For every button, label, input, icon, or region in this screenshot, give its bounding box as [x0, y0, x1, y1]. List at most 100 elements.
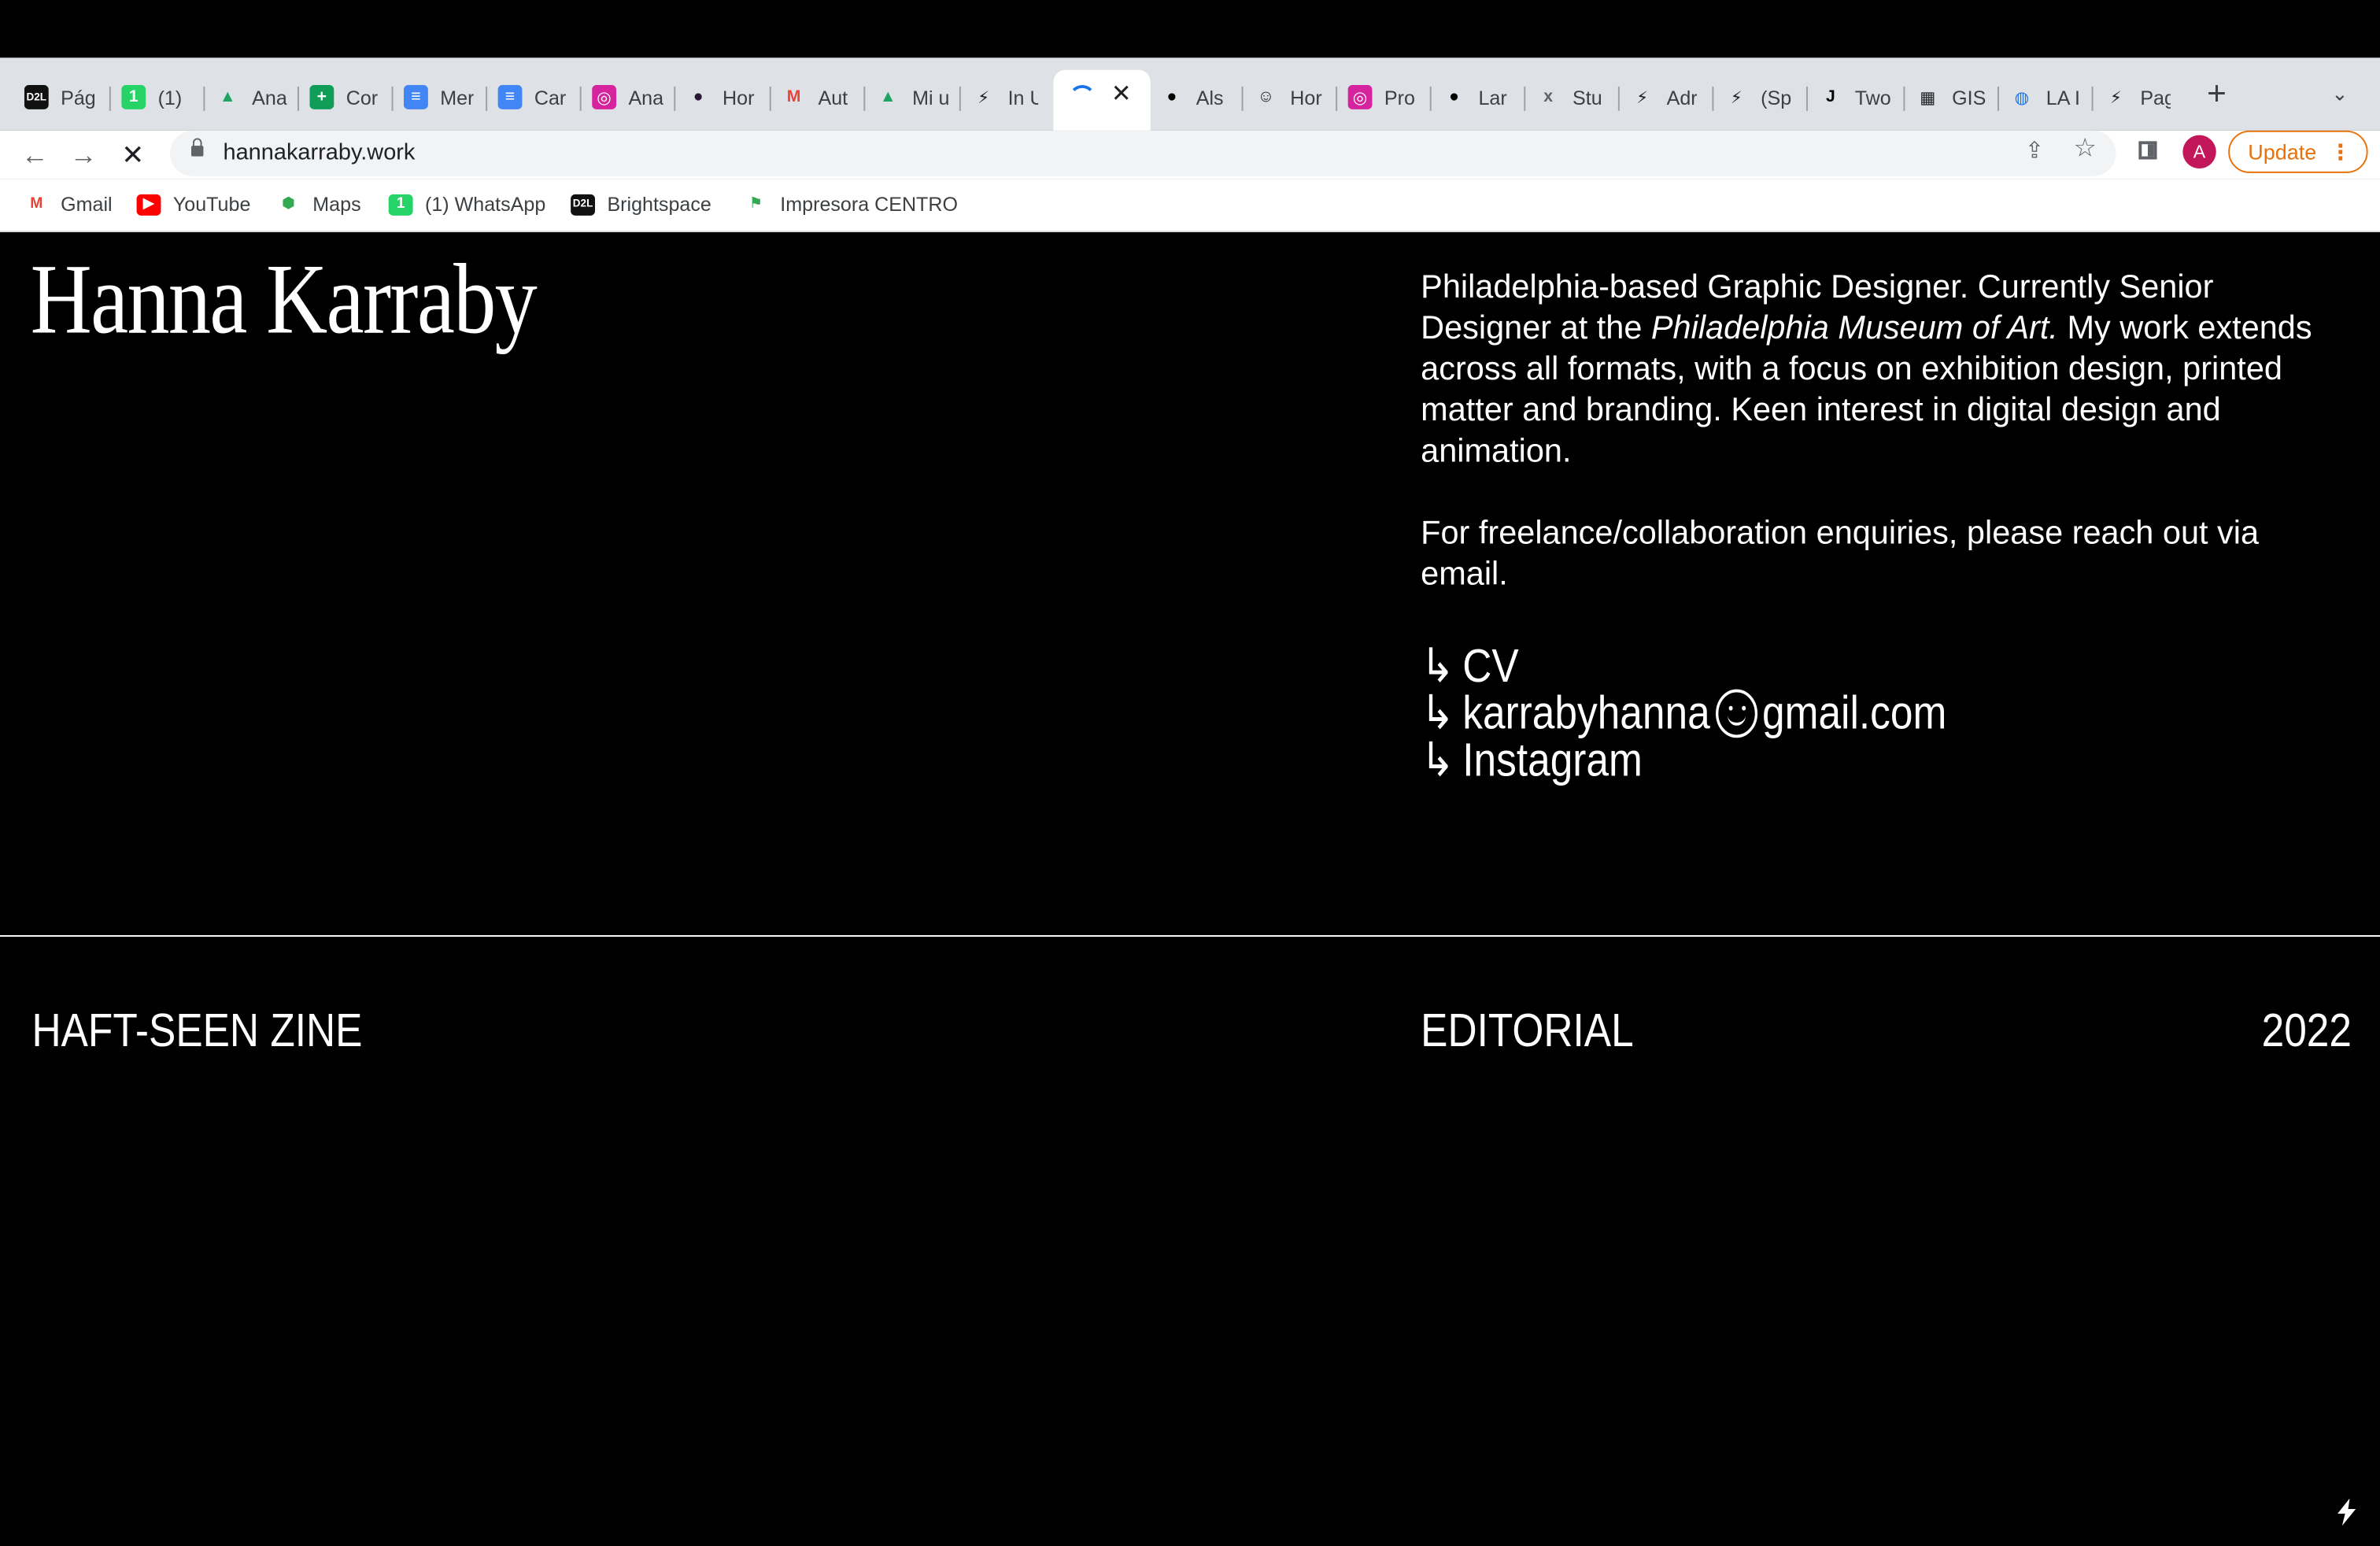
cv-link-label[interactable]: CV [1462, 642, 1518, 690]
side-panel-icon[interactable] [2138, 141, 2157, 160]
bolt-icon: ⚡ [1730, 88, 1743, 107]
share-icon[interactable]: ⇪ [2025, 137, 2044, 165]
menu-dots-icon[interactable]: ⋮ [2330, 132, 2351, 172]
address-bar[interactable]: hannakarraby.work ⇪ ☆ [170, 130, 2116, 176]
tab-5[interactable]: ≡ Mer [404, 79, 482, 115]
tab-22[interactable]: ⚡ Pag [2104, 79, 2171, 115]
tab-9[interactable]: M Aut [782, 79, 860, 115]
black-circle-icon: ● [1449, 87, 1460, 107]
tab-7[interactable]: ◎ Ana [592, 79, 671, 115]
project-title[interactable]: HAFT-SEEN ZINE [32, 1004, 363, 1058]
employer-name: Philadelphia Museum of Art. [1650, 309, 2058, 346]
bio-section: Philadelphia-based Graphic Designer. Cur… [1421, 267, 2346, 595]
profile-avatar[interactable]: A [2182, 135, 2216, 169]
tab-title: GIS [1952, 85, 1986, 109]
tab-separator [1336, 86, 1338, 111]
loading-spinner-icon [1068, 85, 1096, 113]
tab-separator [1903, 86, 1905, 111]
email-domain[interactable]: gmail.com [1762, 690, 1946, 737]
tab-title: Als [1196, 85, 1224, 109]
tab-10[interactable]: ▲ Mi u [876, 79, 956, 115]
tab-title: Mer [440, 85, 475, 109]
google-maps-icon: ⬢ [281, 195, 295, 213]
bookmark-label: Gmail [61, 192, 113, 216]
tab-search-icon[interactable]: ⌄ [2331, 82, 2348, 106]
black-circle-icon: ● [1166, 87, 1177, 107]
chat-flag-icon: ⚑ [748, 195, 763, 213]
tab-20[interactable]: ▦ GIS [1916, 79, 1994, 115]
instagram-link[interactable]: ↳ Instagram [1421, 736, 1946, 783]
lightning-bolt-icon[interactable] [2334, 1498, 2359, 1526]
tab-14[interactable]: ◎ Pro [1347, 79, 1427, 115]
tab-strip: D2L Pág 1 (1) ▲ Ana + Cor ≡ Mer ≡ Car ◎ Ana ● Hor M Aut ▲ M… [0, 57, 2380, 131]
youtube-icon: ▶ [136, 193, 161, 215]
tab-16[interactable]: x Stu [1536, 79, 1615, 115]
tab-12[interactable]: ● Als [1159, 79, 1238, 115]
tab-17[interactable]: ⚡ Adr [1630, 79, 1709, 115]
bookmark-impresora-centro[interactable]: ⚑ Impresora CENTRO [744, 193, 958, 216]
new-tab-button[interactable]: + [2207, 75, 2227, 112]
tab-3[interactable]: ▲ Ana [216, 79, 294, 115]
tab-separator [674, 86, 676, 111]
contact-paragraph: For freelance/collaboration enquiries, p… [1421, 514, 2260, 593]
tab-11[interactable]: ⚡ In U [971, 79, 1038, 115]
tab-separator [1429, 86, 1432, 111]
bookmark-label: YouTube [172, 192, 251, 216]
tab-title: Mi u [912, 85, 950, 109]
tab-separator [486, 86, 488, 111]
whatsapp-icon: 1 [388, 193, 413, 215]
google-drive-icon: ▲ [879, 87, 896, 107]
email-user[interactable]: karrabyhanna [1462, 690, 1709, 737]
site-title[interactable]: Hanna Karraby [31, 250, 538, 350]
bookmark-star-icon[interactable]: ☆ [2073, 134, 2096, 165]
tab-2[interactable]: 1 (1) [121, 79, 200, 115]
tab-21[interactable]: ◍ LA I [2009, 79, 2088, 115]
bookmarks-bar: M Gmail ▶ YouTube ⬢ Maps 1 (1) WhatsApp D2L Brigh… [0, 179, 2380, 233]
close-tab-icon[interactable]: ✕ [1111, 79, 1132, 109]
contact-links: ↳ CV ↳ karrabyhanna gmail.com ↳ Instagra… [1421, 642, 1946, 783]
d2l-icon: D2L [24, 85, 49, 109]
lock-icon[interactable] [191, 138, 204, 157]
tab-title: Hor [1290, 85, 1322, 109]
dark-circle-icon: ● [693, 87, 704, 107]
bookmark-maps[interactable]: ⬢ Maps [276, 193, 361, 216]
back-button[interactable]: ← [21, 137, 49, 173]
google-sheets-icon: + [309, 85, 334, 109]
forward-button[interactable]: → [70, 137, 98, 173]
tab-13[interactable]: ☺ Hor [1254, 79, 1332, 115]
stop-loading-button[interactable]: ✕ [121, 137, 144, 173]
tab-separator [1241, 86, 1244, 111]
tab-6[interactable]: ≡ Car [497, 79, 577, 115]
bookmark-brightspace[interactable]: D2L Brightspace [571, 193, 711, 216]
tab-19[interactable]: J Two [1818, 79, 1900, 115]
whatsapp-icon: 1 [121, 85, 146, 109]
url-text[interactable]: hannakarraby.work [224, 139, 416, 165]
email-link[interactable]: ↳ karrabyhanna gmail.com [1421, 688, 1946, 738]
cv-link[interactable]: ↳ CV [1421, 642, 1946, 690]
gmail-icon: M [30, 195, 43, 213]
bookmark-gmail[interactable]: M Gmail [24, 193, 113, 216]
tab-8[interactable]: ● Hor [686, 79, 767, 115]
tab-active[interactable]: ✕ [1053, 69, 1151, 131]
tab-title: Ana [252, 85, 287, 109]
tab-18[interactable]: ⚡ (Sp [1724, 79, 1803, 115]
project-category: EDITORIAL [1421, 1003, 1634, 1057]
bolt-icon: ⚡ [2109, 88, 2122, 107]
smiley-at-icon[interactable] [1715, 688, 1757, 738]
tab-title: Pág [61, 85, 96, 109]
bookmark-label: Impresora CENTRO [780, 192, 959, 216]
bookmark-1-whatsapp[interactable]: 1 (1) WhatsApp [388, 193, 545, 216]
tab-15[interactable]: ● Lar [1442, 79, 1521, 115]
tab-separator [2091, 86, 2094, 111]
tab-1[interactable]: D2L Pág [24, 79, 106, 115]
bookmark-youtube[interactable]: ▶ YouTube [136, 192, 251, 216]
browser-toolbar: ← → ✕ hannakarraby.work ⇪ ☆ A Update ⋮ [0, 130, 2380, 179]
tab-title: Hor [722, 85, 755, 109]
instagram-link-label[interactable]: Instagram [1462, 736, 1643, 783]
update-button[interactable]: Update ⋮ [2228, 130, 2368, 173]
tab-separator [1617, 86, 1620, 111]
tab-title: Cor [346, 85, 379, 109]
tab-title: Ana [628, 85, 664, 109]
tab-4[interactable]: + Cor [309, 79, 388, 115]
tab-title: (1) [157, 85, 183, 109]
